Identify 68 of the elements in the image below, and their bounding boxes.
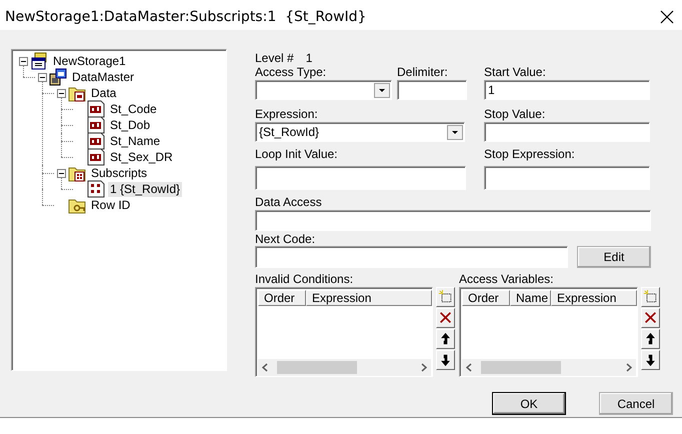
field-label: Start Value: [484, 65, 546, 79]
stop-value-field[interactable] [484, 122, 650, 142]
data-access-field[interactable] [255, 210, 651, 231]
next-code-field[interactable] [255, 246, 568, 268]
delimiter-field[interactable] [397, 80, 467, 100]
horizontal-scrollbar[interactable] [258, 359, 431, 376]
tree-panel[interactable]: NewStorage1 DataMaster Data St_Code St_Dob St_Name St_Sex_DR Subscripts 1 {St_RowId} Row ID [11, 49, 227, 371]
move-down-icon[interactable] [641, 350, 660, 370]
tree-item[interactable]: St_Name [108, 134, 162, 148]
tree-item[interactable]: St_Sex_DR [108, 150, 175, 164]
scroll-thumb[interactable] [277, 361, 357, 374]
column-header[interactable]: Order [258, 290, 306, 306]
list-label: Access Variables: [459, 272, 554, 286]
field-label: Delimiter: [397, 65, 449, 79]
field-label: Data Access [255, 195, 322, 209]
field-label: Access Type: [255, 65, 328, 79]
tree-item[interactable]: NewStorage1 [51, 54, 128, 68]
column-header[interactable]: Order [462, 290, 510, 306]
document-icon [87, 116, 105, 134]
tree-item[interactable]: St_Code [108, 102, 159, 116]
collapse-icon[interactable] [56, 88, 66, 98]
grid-document-icon [87, 180, 105, 198]
column-header[interactable]: Expression [306, 290, 432, 306]
list-label: Invalid Conditions: [255, 272, 354, 286]
horizontal-scrollbar[interactable] [462, 359, 636, 376]
new-item-icon[interactable] [641, 287, 660, 307]
new-item-icon[interactable] [436, 287, 455, 307]
level-value: 1 [306, 51, 312, 65]
tree-item[interactable]: Data [89, 86, 118, 100]
field-label: Loop Init Value: [255, 147, 339, 161]
ok-button[interactable]: OK [492, 392, 566, 415]
move-up-icon[interactable] [436, 329, 455, 349]
field-label: Expression: [255, 107, 319, 121]
window-title: NewStorage1:DataMaster:Subscripts:1 {St_RowId} [5, 9, 366, 25]
scroll-thumb[interactable] [481, 361, 561, 374]
column-header[interactable]: Expression [551, 290, 637, 306]
close-icon[interactable] [660, 10, 674, 24]
field-label: Stop Value: [484, 107, 546, 121]
delete-icon[interactable] [641, 308, 660, 328]
list-box[interactable]: Order Expression [255, 287, 433, 377]
column-header[interactable]: Name [510, 290, 551, 306]
tree-item[interactable]: St_Dob [108, 118, 152, 132]
field-label: Stop Expression: [484, 147, 575, 161]
loop-init-value-field[interactable] [255, 166, 466, 190]
stop-expression-field[interactable] [484, 166, 650, 190]
document-icon [87, 148, 105, 166]
field-label: Next Code: [255, 232, 316, 246]
move-up-icon[interactable] [641, 329, 660, 349]
tree-item[interactable]: 1 {St_RowId} [108, 182, 182, 196]
collapse-icon[interactable] [56, 168, 66, 178]
access-type-dropdown[interactable] [255, 80, 392, 100]
storage-icon [30, 52, 48, 70]
document-icon [87, 100, 105, 118]
delete-icon[interactable] [436, 308, 455, 328]
tree-item[interactable]: DataMaster [70, 70, 136, 84]
table-window-icon [49, 68, 67, 86]
list-box[interactable]: Order Name Expression [459, 287, 638, 377]
edit-button[interactable]: Edit [577, 246, 651, 268]
document-icon [87, 132, 105, 150]
tree-item[interactable]: Subscripts [89, 166, 150, 180]
move-down-icon[interactable] [436, 350, 455, 370]
field-label: Level # [255, 51, 294, 65]
tree-item[interactable]: Row ID [89, 198, 132, 212]
start-value-field[interactable]: 1 [484, 80, 650, 100]
collapse-icon[interactable] [38, 72, 46, 82]
cancel-button[interactable]: Cancel [599, 392, 673, 415]
expression-dropdown[interactable]: {St_RowId} [255, 122, 465, 142]
collapse-icon[interactable] [18, 56, 28, 66]
